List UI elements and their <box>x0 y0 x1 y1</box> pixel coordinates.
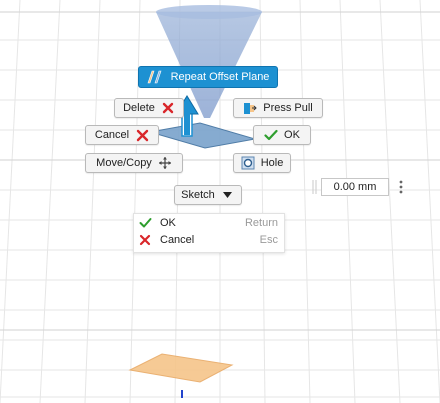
sketch-label: Sketch <box>181 189 215 201</box>
cancel-button[interactable]: Cancel <box>85 125 159 145</box>
context-menu-item-shortcut: Esc <box>259 233 278 246</box>
distance-value: 0.00 mm <box>333 181 377 193</box>
press-pull-label: Press Pull <box>263 102 313 114</box>
hole-button[interactable]: Hole <box>233 153 291 173</box>
press-pull-icon <box>243 101 257 115</box>
red-x-icon <box>161 101 175 115</box>
context-menu-item-cancel[interactable]: Cancel Esc <box>134 231 284 248</box>
context-menu-item-ok[interactable]: OK Return <box>134 214 284 231</box>
distance-input[interactable]: 0.00 mm <box>321 178 389 196</box>
red-x-icon <box>135 128 149 142</box>
hole-icon <box>241 156 255 170</box>
delete-button[interactable]: Delete <box>114 98 184 118</box>
cross-icon <box>138 233 152 247</box>
drag-handle-icon[interactable] <box>311 179 319 195</box>
press-pull-button[interactable]: Press Pull <box>233 98 323 118</box>
checkmark-icon <box>138 216 152 230</box>
context-menu-item-shortcut: Return <box>244 216 278 229</box>
move-arrows-icon <box>158 156 172 170</box>
ok-button[interactable]: OK <box>253 125 311 145</box>
cone-cap <box>156 5 262 19</box>
green-checkmark-icon <box>264 128 278 142</box>
dropdown-triangle-icon <box>221 188 235 202</box>
repeat-offset-plane-button[interactable]: Repeat Offset Plane <box>138 66 278 88</box>
context-menu: OK Return Cancel Esc <box>133 213 285 253</box>
repeat-offset-plane-label: Repeat Offset Plane <box>170 71 270 83</box>
delete-label: Delete <box>123 102 155 114</box>
hole-label: Hole <box>260 157 284 169</box>
move-copy-label: Move/Copy <box>96 157 152 169</box>
more-options-icon[interactable] <box>397 178 405 196</box>
sketch-dropdown-button[interactable]: Sketch <box>174 185 242 205</box>
cancel-label: Cancel <box>94 129 130 141</box>
context-menu-item-label: OK <box>160 216 176 229</box>
context-menu-item-label: Cancel <box>160 233 195 246</box>
move-copy-button[interactable]: Move/Copy <box>85 153 183 173</box>
offset-plane-icon <box>147 70 163 84</box>
offset-plane[interactable] <box>149 122 256 149</box>
shadow-plane <box>128 353 234 383</box>
ok-label: OK <box>284 129 300 141</box>
